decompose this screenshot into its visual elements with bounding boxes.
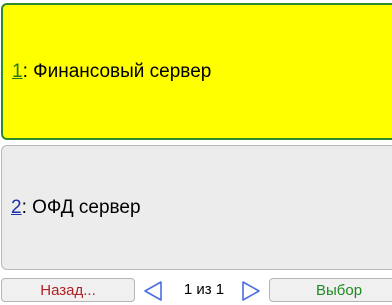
item-label: Финансовый сервер xyxy=(33,60,212,82)
item-separator: : xyxy=(21,196,27,218)
previous-page-icon[interactable] xyxy=(142,280,164,302)
select-button[interactable]: Выбор xyxy=(269,278,392,302)
pager: 1 из 1 xyxy=(142,276,266,305)
item-label: ОФД сервер xyxy=(32,196,141,218)
item-number: 1 xyxy=(12,60,23,82)
item-number: 2 xyxy=(11,196,22,218)
list-item-ofd-server[interactable]: 2: ОФД сервер xyxy=(1,145,392,270)
page-indicator: 1 из 1 xyxy=(183,281,225,298)
item-separator: : xyxy=(22,60,28,82)
list-item-financial-server[interactable]: 1: Финансовый сервер xyxy=(1,3,392,140)
next-page-icon[interactable] xyxy=(240,280,262,302)
back-button[interactable]: Назад... xyxy=(1,278,135,302)
footer-bar: Назад... 1 из 1 Выбор xyxy=(0,276,392,305)
